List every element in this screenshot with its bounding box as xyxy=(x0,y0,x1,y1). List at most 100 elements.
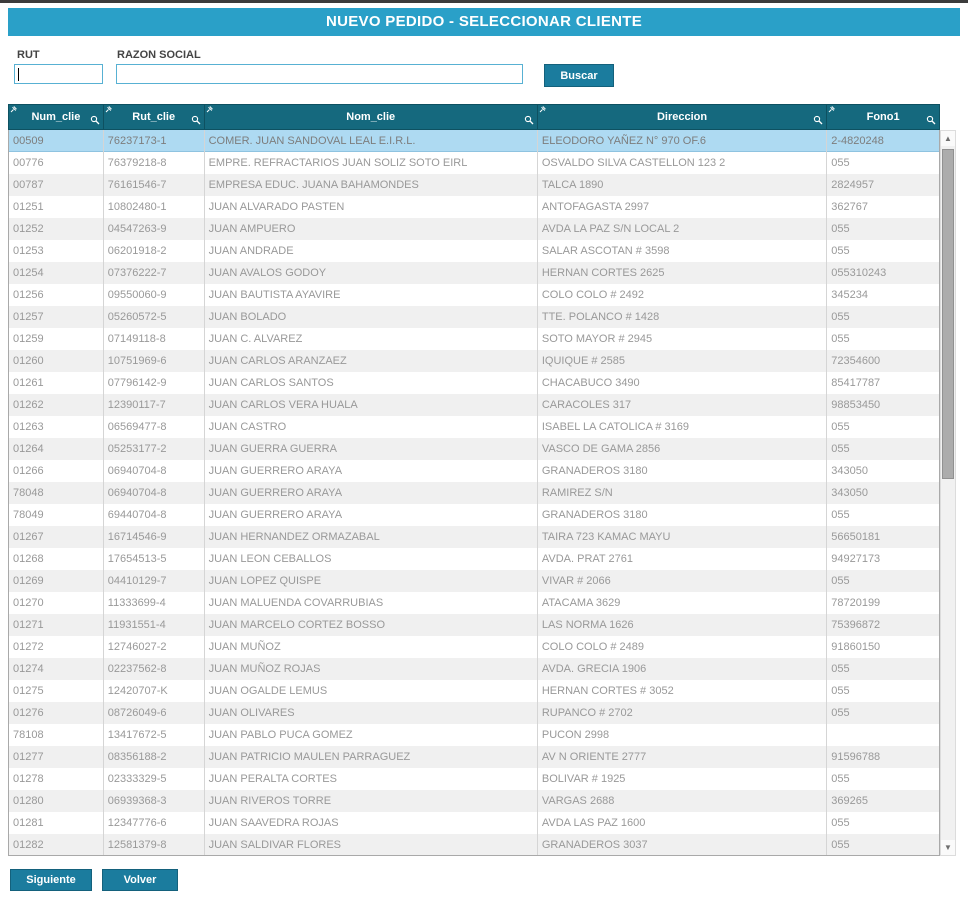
magnifier-icon[interactable] xyxy=(90,115,100,125)
table-row[interactable]: 00776 76379218-8 EMPRE. REFRACTARIOS JUA… xyxy=(9,152,939,174)
cell-num-clie: 00509 xyxy=(9,130,104,152)
column-header-nom-clie[interactable]: Nom_clie xyxy=(205,105,538,129)
table-row[interactable]: 01253 06201918-2 JUAN ANDRADE SALAR ASCO… xyxy=(9,240,939,262)
scrollbar-thumb[interactable] xyxy=(942,149,954,479)
table-row[interactable]: 01270 11333699-4 JUAN MALUENDA COVARRUBI… xyxy=(9,592,939,614)
table-row[interactable]: 01278 02333329-5 JUAN PERALTA CORTES BOL… xyxy=(9,768,939,790)
magnifier-icon[interactable] xyxy=(926,115,936,125)
table-scrollbar[interactable]: ▲ ▼ xyxy=(940,130,956,856)
magnifier-icon[interactable] xyxy=(813,115,823,125)
table-row[interactable]: 01259 07149118-8 JUAN C. ALVAREZ SOTO MA… xyxy=(9,328,939,350)
cell-direccion: COLO COLO # 2489 xyxy=(538,636,828,658)
table-row[interactable]: 78048 06940704-8 JUAN GUERRERO ARAYA RAM… xyxy=(9,482,939,504)
cell-direccion: VARGAS 2688 xyxy=(538,790,828,812)
scroll-down-button[interactable]: ▼ xyxy=(941,840,955,855)
cell-num-clie: 01281 xyxy=(9,812,104,834)
table-row[interactable]: 00509 76237173-1 COMER. JUAN SANDOVAL LE… xyxy=(9,130,939,152)
table-row[interactable]: 01266 06940704-8 JUAN GUERRERO ARAYA GRA… xyxy=(9,460,939,482)
cell-fono1: 055 xyxy=(831,333,850,345)
cell-direccion: AV N ORIENTE 2777 xyxy=(538,746,828,768)
siguiente-button[interactable]: Siguiente xyxy=(10,869,92,891)
cell-direccion: AVDA LAS PAZ 1600 xyxy=(538,812,828,834)
cell-direccion: ATACAMA 3629 xyxy=(538,592,828,614)
magnifier-icon[interactable] xyxy=(524,115,534,125)
table-row[interactable]: 78108 13417672-5 JUAN PABLO PUCA GOMEZ P… xyxy=(9,724,939,746)
table-row[interactable]: 01256 09550060-9 JUAN BAUTISTA AYAVIRE C… xyxy=(9,284,939,306)
table-row[interactable]: 01271 11931551-4 JUAN MARCELO CORTEZ BOS… xyxy=(9,614,939,636)
table-row[interactable]: 01282 12581379-8 JUAN SALDIVAR FLORES GR… xyxy=(9,834,939,855)
table-row[interactable]: 01263 06569477-8 JUAN CASTRO ISABEL LA C… xyxy=(9,416,939,438)
cell-fono1: 055 xyxy=(831,773,850,785)
cell-fono1: 91596788 xyxy=(831,751,881,763)
cell-nom-clie: JUAN GUERRERO ARAYA xyxy=(205,460,538,482)
volver-button[interactable]: Volver xyxy=(102,869,178,891)
cell-nom-clie: JUAN LOPEZ QUISPE xyxy=(205,570,538,592)
cell-rut-clie: 12347776-6 xyxy=(104,812,205,834)
cell-num-clie: 01256 xyxy=(9,284,104,306)
cell-rut-clie: 06940704-8 xyxy=(104,460,205,482)
cell-num-clie: 01270 xyxy=(9,592,104,614)
cell-num-clie: 01263 xyxy=(9,416,104,438)
table-row[interactable]: 01260 10751969-6 JUAN CARLOS ARANZAEZ IQ… xyxy=(9,350,939,372)
cell-direccion: HERNAN CORTES # 3052 xyxy=(538,680,828,702)
cell-num-clie: 78108 xyxy=(9,724,104,746)
cell-nom-clie: JUAN C. ALVAREZ xyxy=(205,328,538,350)
table-row[interactable]: 01251 10802480-1 JUAN ALVARADO PASTEN AN… xyxy=(9,196,939,218)
scroll-up-button[interactable]: ▲ xyxy=(941,131,955,146)
cell-rut-clie: 69440704-8 xyxy=(104,504,205,526)
cell-num-clie: 01262 xyxy=(9,394,104,416)
cell-direccion: ELEODORO YAÑEZ N° 970 OF.6 xyxy=(538,130,828,152)
cell-rut-clie: 05253177-2 xyxy=(104,438,205,460)
razon-social-input[interactable] xyxy=(116,64,523,84)
cell-num-clie: 01251 xyxy=(9,196,104,218)
column-header-rut-clie[interactable]: Rut_clie xyxy=(104,105,205,129)
cell-rut-clie: 06939368-3 xyxy=(104,790,205,812)
table-row[interactable]: 01268 17654513-5 JUAN LEON CEBALLOS AVDA… xyxy=(9,548,939,570)
cell-nom-clie: JUAN CARLOS ARANZAEZ xyxy=(205,350,538,372)
cell-nom-clie: JUAN AVALOS GODOY xyxy=(205,262,538,284)
rut-input[interactable] xyxy=(14,64,103,84)
cell-num-clie: 78049 xyxy=(9,504,104,526)
table-row[interactable]: 01275 12420707-K JUAN OGALDE LEMUS HERNA… xyxy=(9,680,939,702)
table-row[interactable]: 01261 07796142-9 JUAN CARLOS SANTOS CHAC… xyxy=(9,372,939,394)
pin-icon xyxy=(10,106,17,113)
table-row[interactable]: 00787 76161546-7 EMPRESA EDUC. JUANA BAH… xyxy=(9,174,939,196)
column-header-fono1[interactable]: Fono1 xyxy=(827,105,939,129)
cell-fono1: 055 xyxy=(831,663,850,675)
cell-direccion: OSVALDO SILVA CASTELLON 123 2 xyxy=(538,152,828,174)
cell-nom-clie: JUAN BOLADO xyxy=(205,306,538,328)
pin-icon xyxy=(206,106,213,113)
table-row[interactable]: 01254 07376222-7 JUAN AVALOS GODOY HERNA… xyxy=(9,262,939,284)
cell-nom-clie: JUAN SALDIVAR FLORES xyxy=(205,834,538,855)
cell-fono1: 343050 xyxy=(831,465,868,477)
buscar-button[interactable]: Buscar xyxy=(544,64,614,87)
table-row[interactable]: 01264 05253177-2 JUAN GUERRA GUERRA VASC… xyxy=(9,438,939,460)
table-row[interactable]: 01269 04410129-7 JUAN LOPEZ QUISPE VIVAR… xyxy=(9,570,939,592)
cell-direccion: COLO COLO # 2492 xyxy=(538,284,828,306)
table-row[interactable]: 01272 12746027-2 JUAN MUÑOZ COLO COLO # … xyxy=(9,636,939,658)
cell-rut-clie: 07149118-8 xyxy=(104,328,205,350)
magnifier-icon[interactable] xyxy=(191,115,201,125)
pin-icon xyxy=(828,106,836,113)
column-header-num-clie[interactable]: Num_clie xyxy=(9,105,104,129)
table-row[interactable]: 01280 06939368-3 JUAN RIVEROS TORRE VARG… xyxy=(9,790,939,812)
table-row[interactable]: 01277 08356188-2 JUAN PATRICIO MAULEN PA… xyxy=(9,746,939,768)
table-row[interactable]: 01267 16714546-9 JUAN HERNANDEZ ORMAZABA… xyxy=(9,526,939,548)
table-row[interactable]: 01281 12347776-6 JUAN SAAVEDRA ROJAS AVD… xyxy=(9,812,939,834)
table-row[interactable]: 01262 12390117-7 JUAN CARLOS VERA HUALA … xyxy=(9,394,939,416)
cell-fono1: 94927173 xyxy=(831,553,881,565)
cell-direccion: VIVAR # 2066 xyxy=(538,570,828,592)
cell-nom-clie: JUAN MALUENDA COVARRUBIAS xyxy=(205,592,538,614)
cell-fono1: 2-4820248 xyxy=(831,135,884,147)
cell-direccion: TALCA 1890 xyxy=(538,174,828,196)
table-row[interactable]: 01274 02237562-8 JUAN MUÑOZ ROJAS AVDA. … xyxy=(9,658,939,680)
cell-rut-clie: 02333329-5 xyxy=(104,768,205,790)
table-row[interactable]: 78049 69440704-8 JUAN GUERRERO ARAYA GRA… xyxy=(9,504,939,526)
cell-fono1: 055310243 xyxy=(831,267,887,279)
table-row[interactable]: 01276 08726049-6 JUAN OLIVARES RUPANCO #… xyxy=(9,702,939,724)
cell-nom-clie: JUAN AMPUERO xyxy=(205,218,538,240)
cell-nom-clie: EMPRE. REFRACTARIOS JUAN SOLIZ SOTO EIRL xyxy=(205,152,538,174)
table-row[interactable]: 01257 05260572-5 JUAN BOLADO TTE. POLANC… xyxy=(9,306,939,328)
column-header-direccion[interactable]: Direccion xyxy=(538,105,828,129)
table-row[interactable]: 01252 04547263-9 JUAN AMPUERO AVDA LA PA… xyxy=(9,218,939,240)
